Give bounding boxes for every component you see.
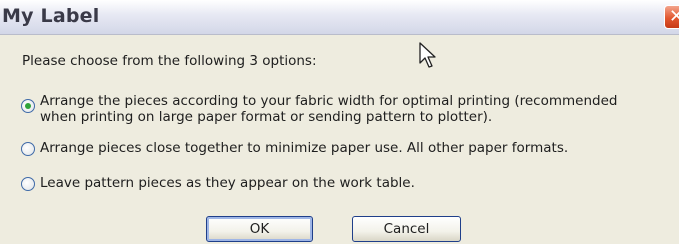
option-fabric-width[interactable]: Arrange the pieces according to your fab… [21, 93, 671, 127]
option-label: Leave pattern pieces as they appear on t… [40, 175, 415, 191]
dialog-title: My Label [2, 5, 100, 27]
option-label: Arrange pieces close together to minimiz… [40, 140, 569, 156]
option-leave-as-is[interactable]: Leave pattern pieces as they appear on t… [21, 175, 671, 193]
option-label-line1: Arrange the pieces according to your fab… [40, 93, 618, 109]
prompt-text: Please choose from the following 3 optio… [22, 53, 317, 69]
close-button[interactable]: ✕ [664, 5, 679, 29]
radio-button[interactable] [21, 177, 35, 191]
radio-button[interactable] [21, 142, 35, 156]
cancel-button[interactable]: Cancel [352, 216, 461, 242]
option-label-line2: when printing on large paper format or s… [40, 109, 493, 125]
option-minimize-paper[interactable]: Arrange pieces close together to minimiz… [21, 140, 671, 158]
mouse-pointer-icon [419, 42, 436, 68]
close-icon: ✕ [669, 6, 679, 27]
title-bar: My Label ✕ [0, 0, 679, 35]
radio-button-selected[interactable] [21, 99, 35, 113]
ok-button[interactable]: OK [206, 216, 313, 242]
